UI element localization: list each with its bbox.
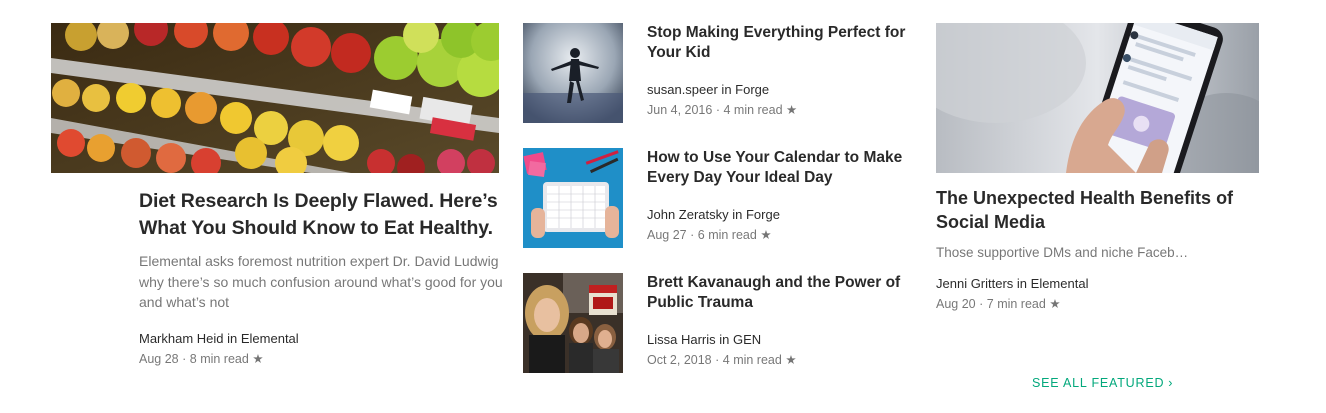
star-icon: ★: [785, 353, 797, 367]
story-author[interactable]: John Zeratsky in Forge: [647, 206, 913, 223]
star-icon: ★: [1049, 297, 1061, 311]
story-meta: Jun 4, 2016 · 4 min read ★: [647, 102, 913, 119]
story-title[interactable]: Stop Making Everything Perfect for Your …: [647, 23, 913, 63]
story-author[interactable]: susan.speer in Forge: [647, 81, 913, 98]
story-meta: Oct 2, 2018 · 4 min read ★: [647, 352, 913, 369]
story-thumbnail[interactable]: [523, 23, 623, 123]
story-date: Aug 28: [139, 351, 179, 366]
separator-dot: ·: [979, 297, 984, 311]
story-read-time: 6 min read: [697, 228, 757, 242]
story-date: Aug 20: [936, 297, 976, 311]
list-item-body: How to Use Your Calendar to Make Every D…: [647, 148, 913, 244]
lead-story: Diet Research Is Deeply Flawed. Here’s W…: [139, 188, 509, 368]
star-icon: ★: [786, 103, 798, 117]
story-read-time: 4 min read: [723, 103, 783, 117]
right-story-meta: Aug 20 · 7 min read ★: [936, 296, 1259, 313]
lead-story-author[interactable]: Markham Heid in Elemental: [139, 330, 509, 347]
story-read-time: 7 min read: [986, 297, 1046, 311]
star-icon: ★: [252, 351, 264, 366]
tablet-calendar-image: [523, 148, 623, 248]
right-story-author[interactable]: Jenni Gritters in Elemental: [936, 275, 1259, 292]
lead-story-title[interactable]: Diet Research Is Deeply Flawed. Here’s W…: [139, 188, 509, 242]
list-item: Brett Kavanaugh and the Power of Public …: [523, 273, 913, 373]
separator-dot: ·: [690, 228, 695, 242]
phone-in-hand-image: [936, 23, 1259, 173]
list-item-body: Stop Making Everything Perfect for Your …: [647, 23, 913, 119]
story-read-time: 4 min read: [722, 353, 782, 367]
story-meta: Aug 27 · 6 min read ★: [647, 227, 913, 244]
lead-story-image[interactable]: [51, 23, 499, 173]
story-date: Aug 27: [647, 228, 687, 242]
lead-story-meta: Aug 28 · 8 min read ★: [139, 351, 509, 368]
story-date: Jun 4, 2016: [647, 103, 713, 117]
separator-dot: ·: [715, 103, 720, 117]
see-all-featured-link[interactable]: SEE ALL FEATURED ›: [1032, 376, 1173, 390]
list-item: Stop Making Everything Perfect for Your …: [523, 23, 913, 123]
separator-dot: ·: [182, 351, 187, 366]
story-title[interactable]: How to Use Your Calendar to Make Every D…: [647, 148, 913, 188]
chevron-right-icon: ›: [1168, 376, 1174, 390]
story-title[interactable]: Brett Kavanaugh and the Power of Public …: [647, 273, 913, 313]
list-item-body: Brett Kavanaugh and the Power of Public …: [647, 273, 913, 369]
list-item: How to Use Your Calendar to Make Every D…: [523, 148, 913, 248]
right-story: The Unexpected Health Benefits of Social…: [936, 186, 1259, 313]
story-date: Oct 2, 2018: [647, 353, 712, 367]
separator-dot: ·: [715, 353, 720, 367]
child-in-mist-image: [523, 23, 623, 123]
right-story-subtitle[interactable]: Those supportive DMs and niche Faceb…: [936, 243, 1259, 263]
story-thumbnail[interactable]: [523, 273, 623, 373]
lead-story-subtitle[interactable]: Elemental asks foremost nutrition expert…: [139, 251, 509, 313]
protest-crowd-image: [523, 273, 623, 373]
star-icon: ★: [760, 228, 772, 242]
right-story-title[interactable]: The Unexpected Health Benefits of Social…: [936, 186, 1259, 234]
see-all-label: SEE ALL FEATURED: [1032, 376, 1165, 390]
story-read-time: 8 min read: [189, 351, 249, 366]
story-thumbnail[interactable]: [523, 148, 623, 248]
story-author[interactable]: Lissa Harris in GEN: [647, 331, 913, 348]
fruit-market-image: [51, 23, 499, 173]
right-story-image[interactable]: [936, 23, 1259, 173]
